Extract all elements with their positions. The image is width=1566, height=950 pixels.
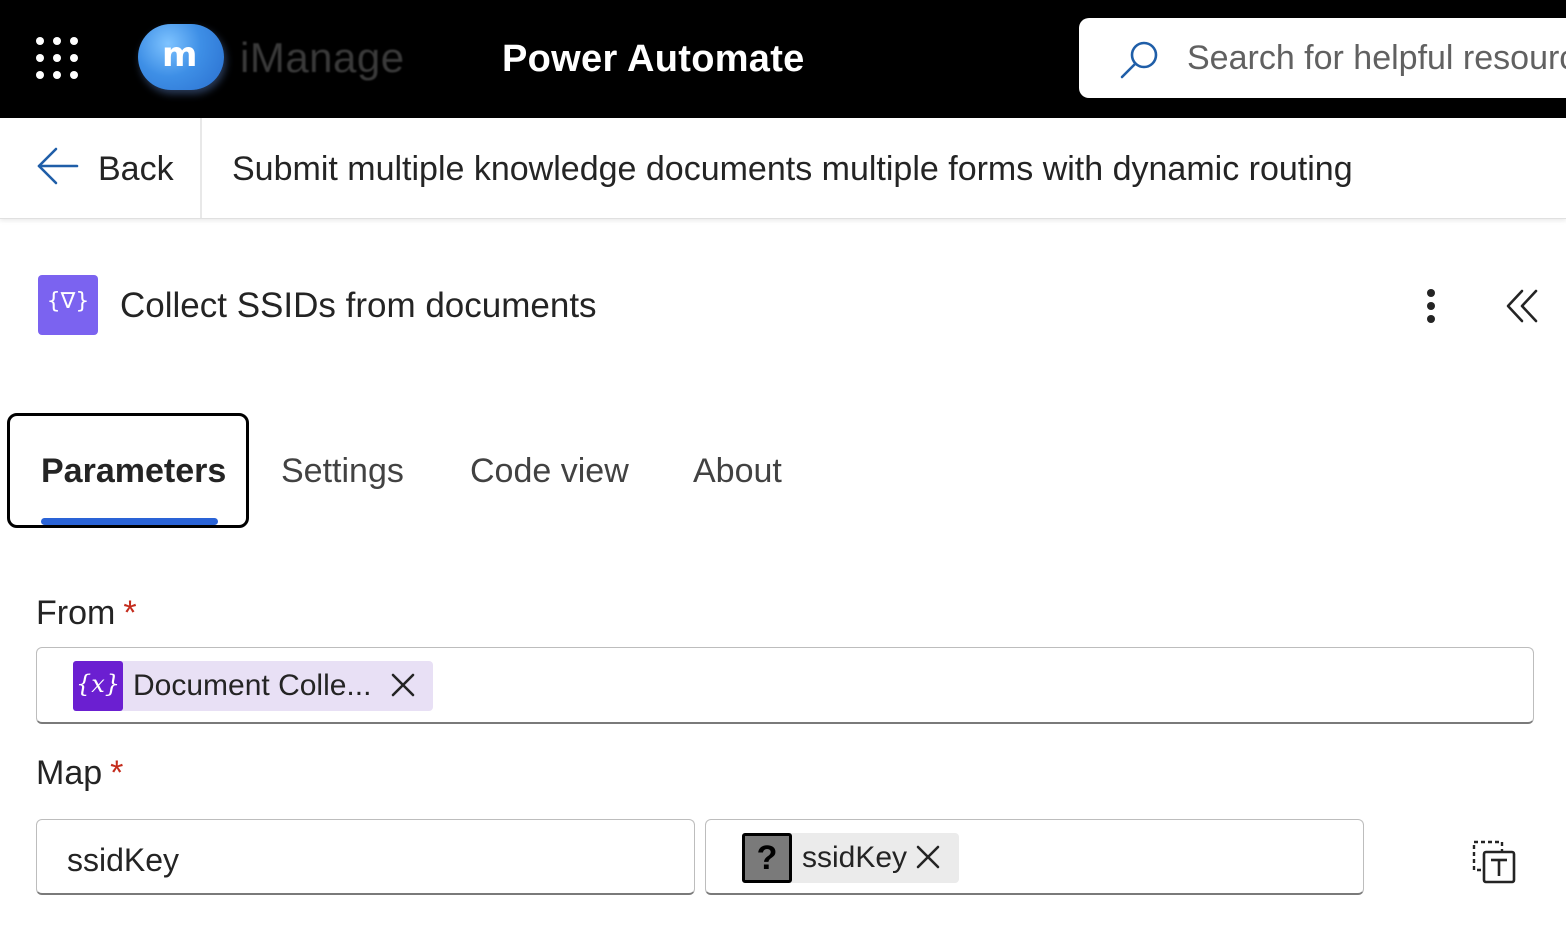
map-key-input[interactable]: ssidKey xyxy=(36,819,695,895)
app-launcher-waffle-icon[interactable] xyxy=(36,37,78,79)
from-label-text: From xyxy=(36,594,116,632)
required-indicator: * xyxy=(110,754,124,792)
tab-code-view[interactable]: Code view xyxy=(470,452,629,491)
tab-settings[interactable]: Settings xyxy=(281,452,404,491)
active-tab-indicator xyxy=(41,518,218,525)
map-key-value: ssidKey xyxy=(67,842,180,878)
back-arrow-icon xyxy=(37,147,79,185)
tab-parameters-label[interactable]: Parameters xyxy=(41,452,226,491)
unknown-token-glyph: ? xyxy=(756,839,778,877)
flow-header-bar: Back Submit multiple knowledge documents… xyxy=(0,118,1566,219)
logo-mark-letter: m xyxy=(162,35,198,75)
back-button[interactable]: Back xyxy=(36,142,186,194)
app-title[interactable]: Power Automate xyxy=(502,38,805,81)
remove-token-close-icon[interactable] xyxy=(383,665,423,705)
dynamic-content-token[interactable]: {x} Document Colle... xyxy=(73,661,433,711)
remove-token-close-icon[interactable] xyxy=(908,837,948,877)
header-divider xyxy=(200,118,202,218)
from-input[interactable]: {x} Document Colle... xyxy=(36,647,1534,724)
action-icon-glyph: {∇} xyxy=(46,289,90,314)
token-label: Document Colle... xyxy=(133,669,372,702)
imanage-logo[interactable]: m iManage xyxy=(138,22,428,92)
from-field-label: From * xyxy=(36,594,137,633)
search-input[interactable] xyxy=(1187,32,1566,84)
more-options-button[interactable] xyxy=(1414,285,1448,327)
back-label: Back xyxy=(98,150,174,188)
required-indicator: * xyxy=(123,594,137,632)
collapse-panel-icon[interactable] xyxy=(1500,284,1544,328)
logo-text: iManage xyxy=(240,34,405,81)
dynamic-content-token[interactable]: ? ssidKey xyxy=(742,833,959,883)
map-label-text: Map xyxy=(36,754,103,792)
variable-icon-glyph: {x} xyxy=(75,670,121,698)
map-field-label: Map * xyxy=(36,754,123,793)
imanage-logo-mark-icon: m xyxy=(138,24,224,90)
switch-to-text-mode-icon[interactable] xyxy=(1470,838,1518,886)
tab-about[interactable]: About xyxy=(693,452,782,491)
search-box[interactable] xyxy=(1079,18,1566,98)
data-operation-action-icon: {∇} xyxy=(38,275,98,335)
top-bar: m iManage Power Automate xyxy=(0,0,1566,118)
unknown-token-icon: ? xyxy=(742,833,792,883)
token-label: ssidKey xyxy=(802,841,908,874)
map-value-input[interactable]: ? ssidKey xyxy=(705,819,1364,895)
flow-title: Submit multiple knowledge documents mult… xyxy=(232,150,1353,188)
search-icon xyxy=(1120,41,1158,79)
action-title[interactable]: Collect SSIDs from documents xyxy=(120,286,597,326)
variable-icon: {x} xyxy=(73,661,123,711)
more-vertical-icon xyxy=(1427,289,1435,297)
